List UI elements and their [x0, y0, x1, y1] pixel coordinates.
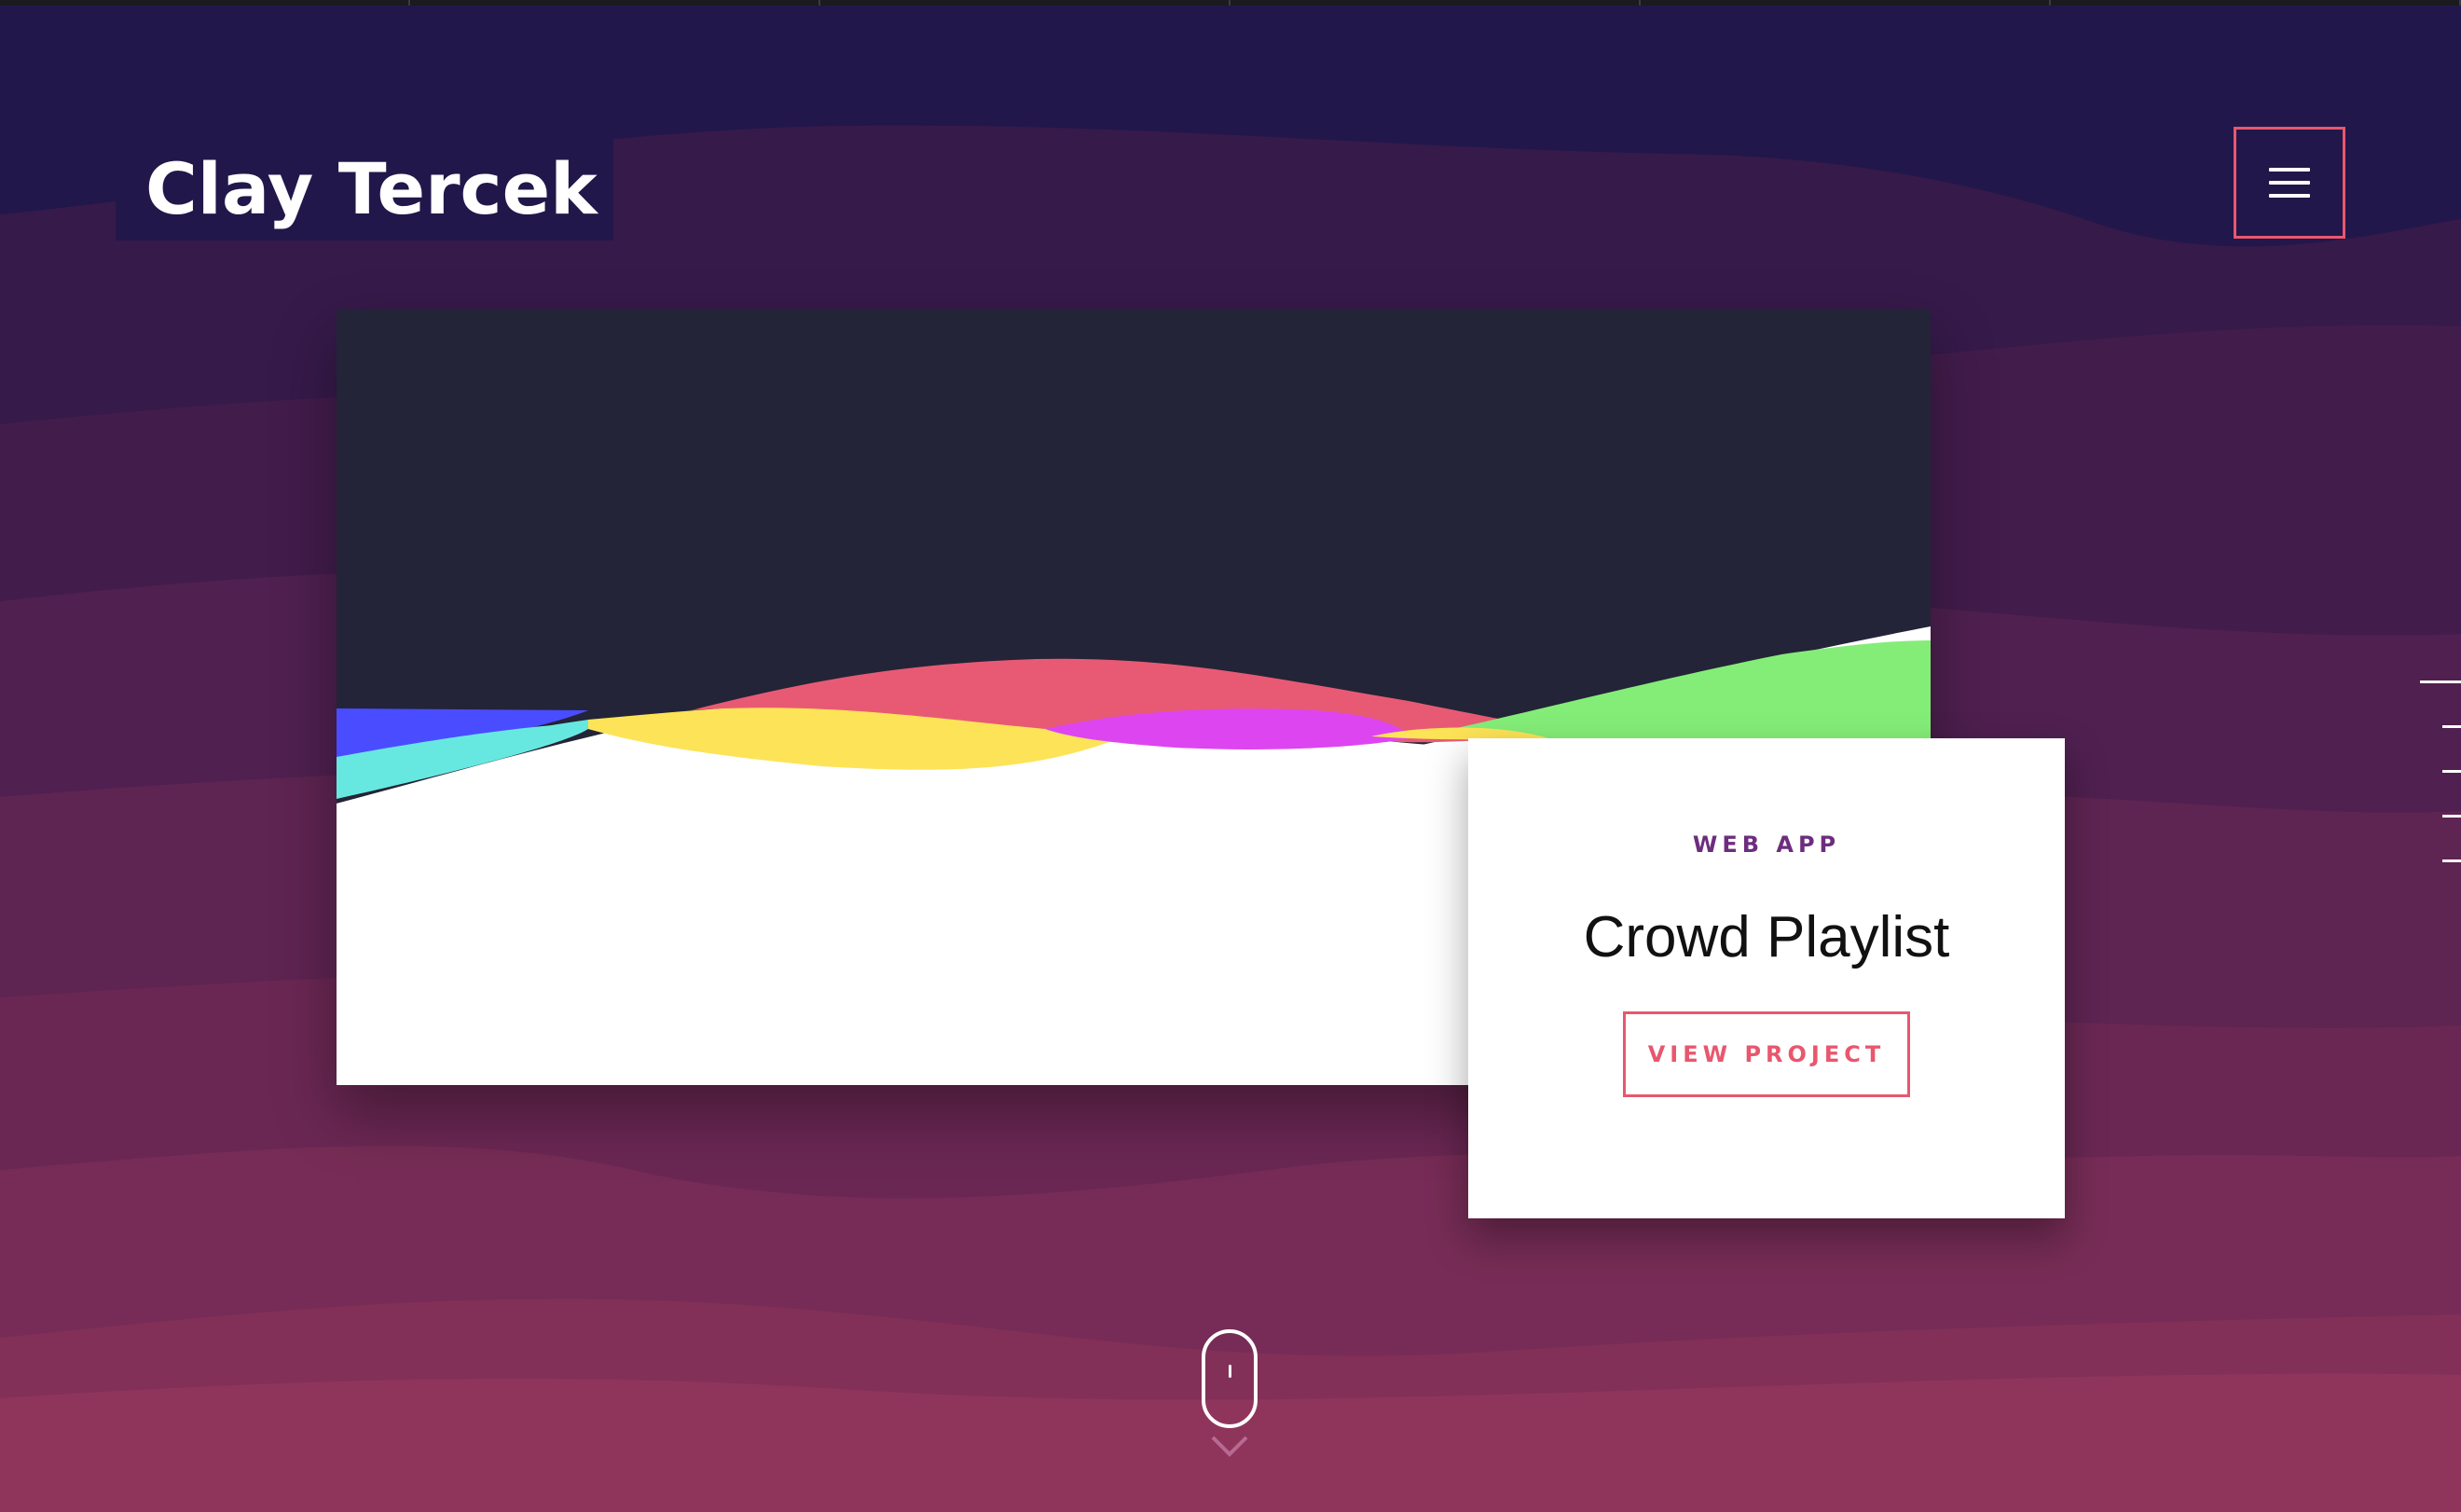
browser-top-strip [0, 0, 2461, 6]
side-navigation [2420, 680, 2461, 867]
mouse-wheel [1229, 1365, 1231, 1378]
hamburger-menu-icon [2269, 168, 2310, 172]
side-nav-item[interactable] [2442, 815, 2461, 818]
hamburger-menu-icon-bar [2269, 194, 2310, 198]
project-category: WEB APP [1692, 832, 1841, 858]
view-project-button[interactable]: VIEW PROJECT [1623, 1011, 1910, 1097]
side-nav-item[interactable] [2442, 770, 2461, 773]
side-nav-item[interactable] [2442, 725, 2461, 728]
scroll-indicator[interactable] [1202, 1329, 1258, 1464]
project-title: Crowd Playlist [1583, 905, 1950, 969]
site-logo[interactable]: Clay Tercek [116, 136, 613, 241]
menu-button[interactable] [2234, 127, 2345, 239]
hamburger-menu-icon-bar [2269, 181, 2310, 185]
mouse-scroll-icon [1202, 1329, 1258, 1428]
chevron-down-icon [1211, 1436, 1248, 1457]
side-nav-item[interactable] [2442, 859, 2461, 862]
logo-text: Clay Tercek [145, 146, 598, 230]
project-card: WEB APP Crowd Playlist VIEW PROJECT [1468, 738, 2065, 1218]
side-nav-item[interactable] [2420, 680, 2461, 683]
